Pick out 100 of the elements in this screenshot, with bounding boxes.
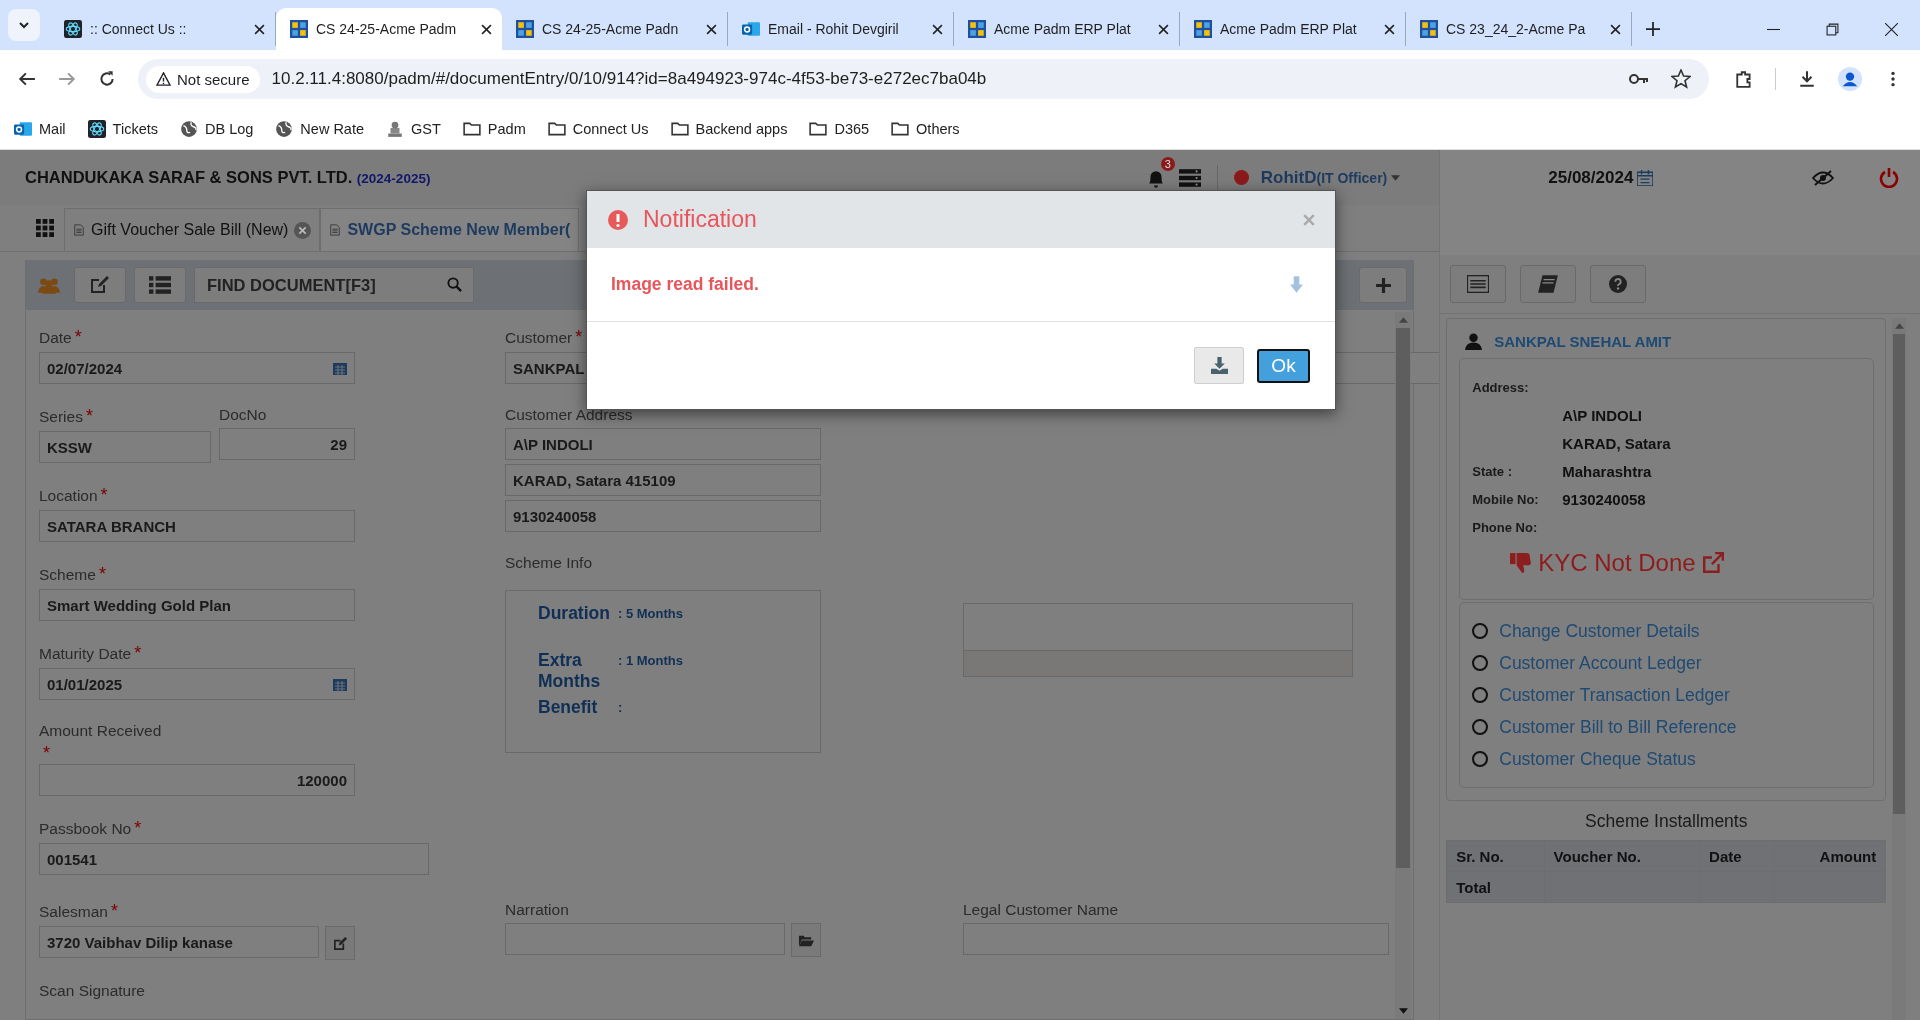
close-icon[interactable]	[1384, 23, 1395, 35]
globe-icon	[180, 119, 198, 138]
bookmark[interactable]: Tickets	[87, 119, 158, 138]
ok-button[interactable]: Ok	[1257, 348, 1310, 383]
radio-button[interactable]	[1472, 751, 1489, 767]
date-field[interactable]: 02/07/2024	[39, 352, 355, 384]
scheme-field[interactable]: Smart Wedding Gold Plan	[39, 589, 355, 621]
emblem-icon	[386, 119, 405, 138]
amount-field[interactable]: 120000	[39, 764, 355, 796]
address-line-field[interactable]: 9130240058	[505, 500, 821, 532]
document-tab[interactable]: SWGP Scheme New Member(	[320, 208, 580, 251]
apps-grid-icon[interactable]	[36, 219, 54, 237]
list-button[interactable]	[134, 267, 186, 303]
radio-button[interactable]	[1472, 719, 1489, 735]
not-secure-chip[interactable]: Not secure	[146, 65, 260, 93]
star-icon[interactable]	[1671, 69, 1691, 89]
address-bar[interactable]: Not secure 10.2.11.4:8080/padm/#/documentEntry/0/10/914?id=8a494923-974c-4f53-be73-e272ec7ba04b	[138, 59, 1709, 99]
bookmark[interactable]: Connect Us	[547, 119, 649, 138]
help-icon	[1607, 275, 1630, 293]
tab-title: CS 23_24_2-Acme Pa	[1446, 21, 1587, 37]
close-icon[interactable]	[1610, 23, 1621, 35]
globe-icon	[275, 119, 294, 138]
radio-button[interactable]	[1472, 623, 1489, 639]
download-button[interactable]	[1194, 347, 1244, 384]
field-label: Narration	[505, 901, 570, 919]
customer-option[interactable]: Customer Cheque Status	[1472, 743, 1862, 775]
new-tab-icon[interactable]	[1646, 22, 1660, 36]
calendar-icon[interactable]	[333, 677, 347, 691]
add-button[interactable]	[1359, 267, 1408, 303]
list-view-button[interactable]	[1450, 265, 1507, 303]
book-button[interactable]	[1520, 265, 1577, 303]
download-icon	[1210, 357, 1228, 374]
bookmark[interactable]: Backend apps	[670, 119, 788, 138]
close-icon[interactable]	[1885, 23, 1898, 36]
folder-button[interactable]	[791, 923, 821, 957]
customer-option[interactable]: Customer Transaction Ledger	[1472, 679, 1862, 711]
edit-button[interactable]	[325, 926, 355, 960]
browser-tab[interactable]: Email - Rohit Devgiril	[728, 12, 954, 46]
browser-tab[interactable]: :: Connect Us ::	[50, 12, 276, 46]
bookmark[interactable]: Others	[891, 119, 960, 138]
browser-tab[interactable]: CS 24-25-Acme Padm	[276, 8, 502, 50]
scrollbar[interactable]	[1892, 318, 1907, 1020]
hidden-eye-icon[interactable]	[1812, 167, 1834, 188]
address-line-field[interactable]: A\P INDOLI	[505, 428, 821, 460]
passbook-field[interactable]: 001541	[39, 843, 429, 875]
find-document-field[interactable]: FIND DOCUMENT[F3]	[194, 267, 474, 303]
close-icon[interactable]	[706, 23, 717, 35]
bookmark[interactable]: GST	[386, 119, 441, 138]
calendar-icon[interactable]	[1637, 169, 1654, 186]
maturity-date-field[interactable]: 01/01/2025	[39, 668, 355, 700]
radio-button[interactable]	[1472, 687, 1489, 703]
browser-tab[interactable]: CS 24-25-Acme Padn	[502, 12, 728, 46]
forward-icon[interactable]	[58, 70, 76, 88]
bookmark[interactable]: D365	[809, 119, 870, 138]
bookmark[interactable]: DB Log	[180, 119, 254, 138]
close-icon[interactable]	[254, 23, 265, 35]
tab-search-button[interactable]	[8, 9, 40, 41]
browser-tab[interactable]: Acme Padm ERP Plat	[1180, 12, 1406, 46]
people-icon	[38, 276, 60, 294]
company-name: CHANDUKAKA SARAF & SONS PVT. LTD. (2024-2025)	[25, 168, 431, 187]
close-icon[interactable]	[481, 23, 492, 35]
close-icon[interactable]	[932, 23, 943, 35]
series-field[interactable]: KSSW	[39, 431, 211, 463]
restore-icon[interactable]	[1826, 23, 1839, 36]
scroll-down-icon[interactable]	[1398, 1008, 1408, 1014]
address-line-field[interactable]: KARAD, Satara 415109	[505, 464, 821, 496]
browser-tab[interactable]: CS 23_24_2-Acme Pa	[1406, 12, 1632, 46]
edit-button[interactable]	[74, 267, 126, 303]
help-button[interactable]	[1590, 265, 1647, 303]
required-mark: *	[43, 744, 51, 762]
download-icon[interactable]	[1798, 70, 1816, 88]
reload-icon[interactable]	[98, 70, 116, 88]
browser-tab[interactable]: Acme Padm ERP Plat	[954, 12, 1180, 46]
customer-option[interactable]: Customer Bill to Bill Reference	[1472, 711, 1862, 743]
bookmark[interactable]: Mail	[14, 119, 66, 138]
customer-option[interactable]: Customer Account Ledger	[1472, 647, 1862, 679]
power-icon[interactable]	[1878, 167, 1900, 188]
profile-avatar-icon[interactable]	[1838, 67, 1862, 91]
back-icon[interactable]	[18, 70, 36, 88]
document-tab[interactable]: Gift Voucher Sale Bill (New)	[64, 208, 321, 251]
bookmark[interactable]: Padm	[462, 119, 526, 138]
kyc-status-link[interactable]: KYC Not Done	[1538, 549, 1696, 577]
close-icon[interactable]	[1158, 23, 1169, 35]
location-field[interactable]: SATARA BRANCH	[39, 510, 355, 542]
salesman-field[interactable]: 3720 Vaibhav Dilip kanase	[39, 926, 319, 958]
doc-no-field[interactable]: 29	[219, 428, 355, 460]
tab-title: Acme Padm ERP Plat	[994, 21, 1132, 37]
server-icon[interactable]	[1178, 167, 1201, 188]
url-text: 10.2.11.4:8080/padm/#/documentEntry/0/10/914?id=8a494923-974c-4f53-be73-e272ec7ba04b	[271, 69, 987, 89]
calendar-icon[interactable]	[333, 361, 347, 375]
customer-option[interactable]: Change Customer Details	[1472, 615, 1862, 647]
user-menu[interactable]: RohitD(IT Officer)	[1260, 167, 1401, 188]
extensions-icon[interactable]	[1735, 70, 1753, 88]
tab-title: CS 24-25-Acme Padn	[542, 21, 680, 37]
atom-icon	[64, 20, 82, 38]
scrollbar[interactable]	[1395, 312, 1412, 1019]
document-icon	[329, 224, 342, 236]
bookmark[interactable]: New Rate	[275, 119, 365, 138]
radio-button[interactable]	[1472, 655, 1489, 671]
search-icon[interactable]	[447, 277, 462, 292]
